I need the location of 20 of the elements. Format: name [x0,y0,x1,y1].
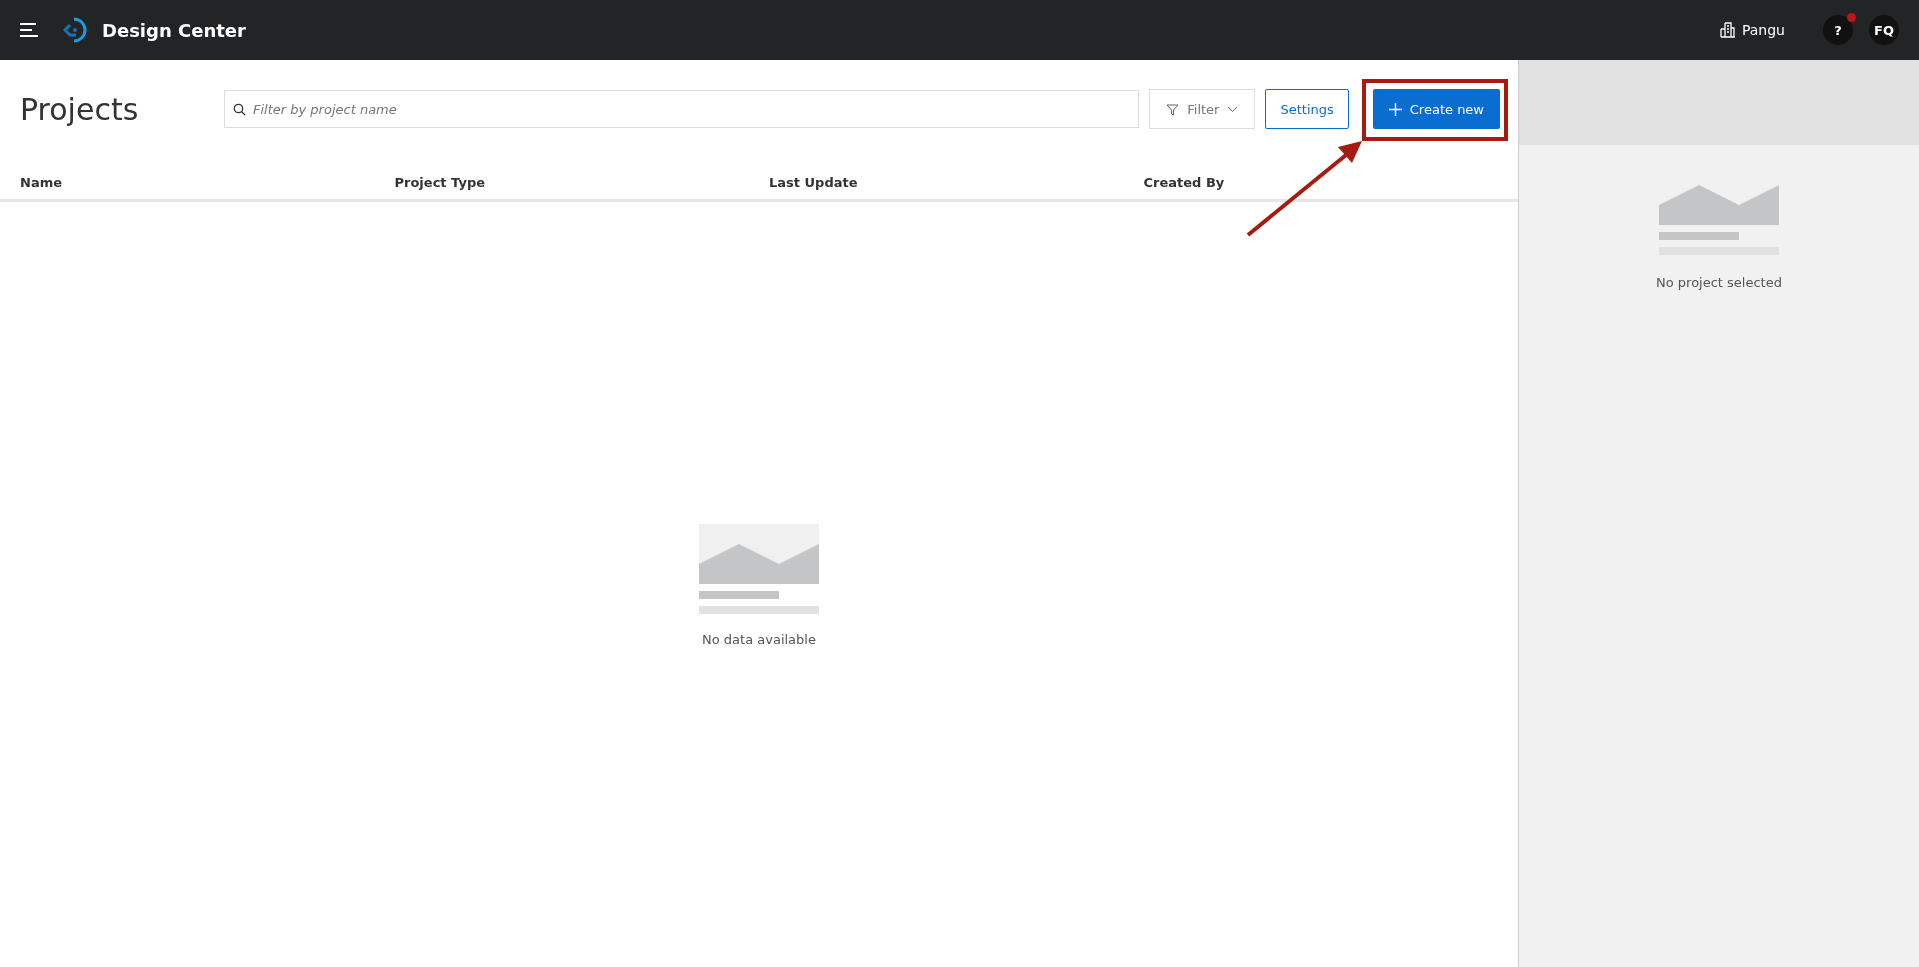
column-header[interactable]: Name [20,175,62,190]
user-avatar[interactable]: FQ [1869,15,1899,45]
help-button[interactable]: ? [1823,15,1853,45]
empty-message: No data available [702,632,816,647]
building-icon [1719,22,1736,38]
column-header[interactable]: Project Type [394,175,485,190]
chevron-down-icon [1227,105,1239,113]
filter-icon [1166,102,1180,116]
settings-button[interactable]: Settings [1265,89,1349,129]
column-header[interactable]: Last Update [769,175,858,190]
plus-icon [1388,102,1402,116]
page-title: Projects [20,91,140,127]
create-new-button[interactable]: Create new [1372,89,1500,129]
search-field[interactable]: Filter by project name [224,90,1140,128]
menu-icon[interactable] [20,22,40,38]
filter-button[interactable]: Filter [1149,89,1256,129]
column-header[interactable]: Created By [1143,175,1225,190]
tenant-name[interactable]: Pangu [1741,22,1785,38]
app-title: Design Center [102,19,246,41]
empty-message: No project selected [1656,275,1782,290]
